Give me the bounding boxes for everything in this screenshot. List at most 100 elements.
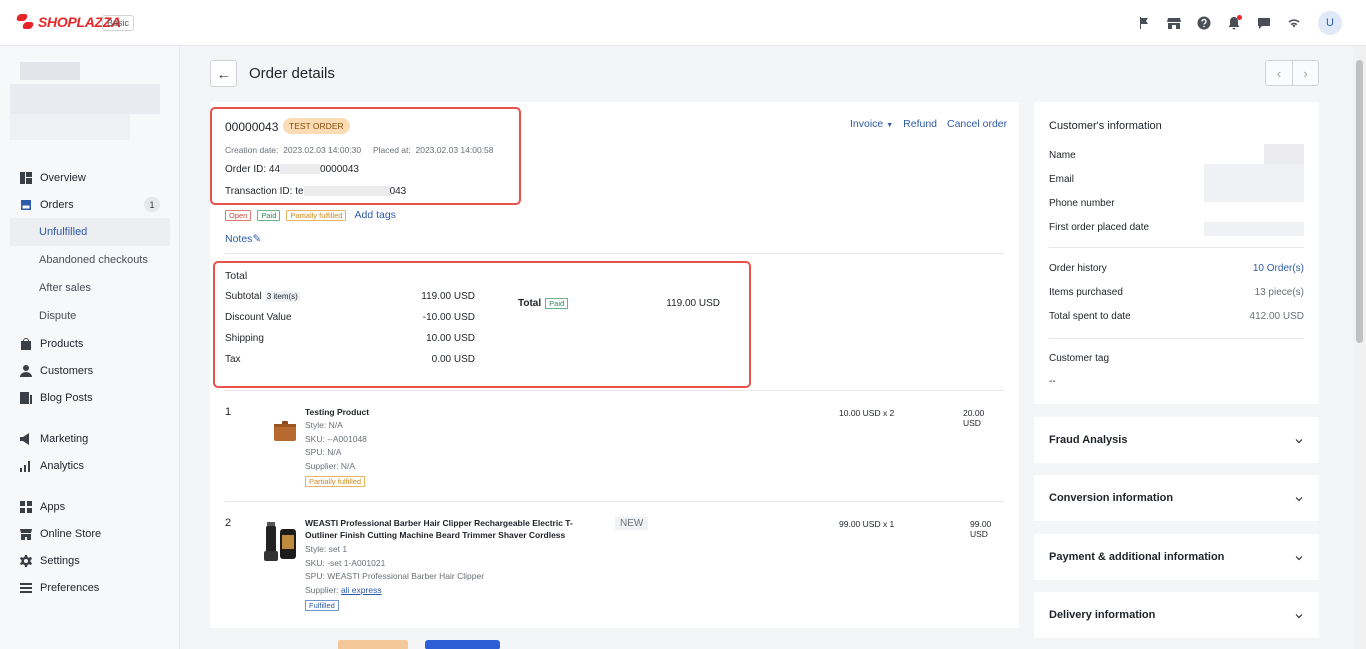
settings-icon bbox=[20, 554, 32, 567]
chevron-down-icon bbox=[1295, 494, 1303, 502]
sidebar-item-analytics[interactable]: Analytics bbox=[10, 452, 170, 479]
page-header: ← Order details bbox=[210, 60, 335, 87]
sidebar-item-online-store[interactable]: Online Store bbox=[10, 520, 170, 547]
sidebar-item-overview[interactable]: Overview bbox=[10, 164, 170, 191]
product-thumbnail[interactable] bbox=[260, 410, 304, 454]
add-tags-link[interactable]: Add tags bbox=[354, 209, 395, 221]
product-meta: Style: N/A SKU: --A001048 SPU: N/A Suppl… bbox=[305, 420, 367, 487]
orders-icon bbox=[20, 199, 32, 211]
customer-tag-value: -- bbox=[1049, 376, 1056, 387]
page-scrollbar[interactable] bbox=[1353, 46, 1366, 649]
fulfillment-badge: Partially fulfilled bbox=[305, 476, 366, 487]
analytics-icon bbox=[20, 460, 32, 472]
top-bar: SHOPLAZZA Basic U bbox=[0, 0, 1366, 46]
order-tags: Open Paid Partially fulfilled Add tags bbox=[225, 209, 396, 221]
customer-info-title: Customer's information bbox=[1049, 120, 1162, 132]
overview-icon bbox=[20, 171, 32, 184]
line-item-index: 2 bbox=[225, 517, 232, 529]
sidebar-item-products[interactable]: Products bbox=[10, 330, 170, 357]
items-purchased-row: Items purchased 13 piece(s) bbox=[1049, 287, 1304, 298]
line-item-index: 1 bbox=[225, 406, 232, 418]
primary-button-peek[interactable] bbox=[425, 640, 500, 649]
sidebar-item-marketing[interactable]: Marketing bbox=[10, 425, 170, 452]
caret-down-icon: ▼ bbox=[886, 122, 894, 129]
back-button[interactable]: ← bbox=[210, 60, 237, 87]
logo-mark-icon bbox=[15, 13, 35, 30]
chevron-down-icon bbox=[1295, 611, 1303, 619]
redacted-block bbox=[1204, 222, 1304, 236]
arrow-left-icon: ← bbox=[216, 65, 231, 82]
product-thumbnail[interactable] bbox=[260, 521, 304, 565]
sidebar-item-apps[interactable]: Apps bbox=[10, 493, 170, 520]
sidebar: Overview Orders 1 Unfulfilled Abandoned c… bbox=[0, 46, 180, 649]
refund-link[interactable]: Refund bbox=[903, 118, 937, 130]
preferences-icon bbox=[20, 582, 32, 594]
cancel-order-link[interactable]: Cancel order bbox=[947, 118, 1007, 130]
chevron-down-icon bbox=[1295, 553, 1303, 561]
pencil-icon: ✎ bbox=[252, 233, 262, 245]
price-quantity: 99.00 USD x 1 bbox=[839, 519, 895, 529]
sidebar-item-dispute[interactable]: Dispute bbox=[10, 302, 170, 330]
sidebar-item-unfulfilled[interactable]: Unfulfilled bbox=[10, 218, 170, 246]
total-spent-row: Total spent to date 412.00 USD bbox=[1049, 311, 1304, 322]
notes-link[interactable]: Notes✎ bbox=[225, 233, 261, 245]
sidebar-item-blog-posts[interactable]: Blog Posts bbox=[10, 384, 170, 411]
customer-tag-row: Customer tag bbox=[1049, 353, 1110, 364]
supplier-link[interactable]: ali express bbox=[341, 585, 382, 595]
sidebar-item-customers[interactable]: Customers bbox=[10, 357, 170, 384]
flag-icon[interactable] bbox=[1136, 15, 1152, 31]
panel-delivery-information[interactable]: Delivery information bbox=[1034, 592, 1319, 638]
order-actions: Invoice ▼ Refund Cancel order bbox=[850, 118, 1007, 130]
chevron-right-icon: › bbox=[1303, 65, 1308, 81]
help-icon[interactable] bbox=[1196, 15, 1212, 31]
avatar[interactable]: U bbox=[1318, 11, 1342, 35]
price-quantity: 10.00 USD x 2 bbox=[839, 408, 895, 418]
next-order-button[interactable]: › bbox=[1292, 60, 1319, 86]
scrollbar-thumb[interactable] bbox=[1356, 60, 1363, 343]
panel-payment-information[interactable]: Payment & additional information bbox=[1034, 534, 1319, 580]
invoice-dropdown[interactable]: Invoice ▼ bbox=[850, 118, 893, 130]
blog-icon bbox=[20, 391, 32, 404]
highlight-box-order-info bbox=[210, 107, 521, 205]
orders-count-badge: 1 bbox=[144, 197, 160, 212]
partial-button-peek[interactable] bbox=[338, 640, 408, 649]
chevron-left-icon: ‹ bbox=[1276, 65, 1282, 81]
status-badge-paid: Paid bbox=[257, 209, 281, 221]
line-amount: 99.00 USD bbox=[970, 519, 992, 539]
sidebar-item-orders[interactable]: Orders 1 bbox=[10, 191, 170, 218]
line-item: 2 WEASTI Professional Barber Hair Clippe… bbox=[225, 517, 1004, 617]
redacted-block bbox=[1264, 144, 1304, 164]
plan-badge: Basic bbox=[102, 15, 135, 31]
product-meta: Style: set 1 SKU: -set 1-A001021 SPU: WE… bbox=[305, 544, 485, 611]
sidebar-item-settings[interactable]: Settings bbox=[10, 547, 170, 574]
store-icon[interactable] bbox=[1166, 15, 1182, 31]
panel-conversion-information[interactable]: Conversion information bbox=[1034, 475, 1319, 521]
product-name-link[interactable]: Testing Product bbox=[305, 406, 595, 418]
order-history-link[interactable]: 10 Order(s) bbox=[1253, 263, 1304, 274]
order-pager: ‹ › bbox=[1265, 60, 1319, 86]
customer-info-card: Customer's information Name Email Phone … bbox=[1034, 102, 1319, 404]
sidebar-item-abandoned-checkouts[interactable]: Abandoned checkouts bbox=[10, 246, 170, 274]
customer-first-order-row: First order placed date bbox=[1049, 222, 1304, 236]
apps-icon bbox=[20, 500, 32, 513]
status-badge-partially-fulfilled: Partially fulfilled bbox=[286, 209, 347, 221]
customer-name-row: Name bbox=[1049, 144, 1304, 164]
bell-icon[interactable] bbox=[1226, 15, 1242, 31]
new-badge: NEW bbox=[615, 517, 649, 530]
sidebar-item-preferences[interactable]: Preferences bbox=[10, 574, 170, 601]
chat-icon[interactable] bbox=[1256, 15, 1272, 31]
previous-order-button[interactable]: ‹ bbox=[1265, 60, 1292, 86]
customers-icon bbox=[20, 364, 32, 377]
notification-dot bbox=[1237, 15, 1242, 20]
fulfillment-badge: Fulfilled bbox=[305, 600, 339, 611]
sidebar-item-after-sales[interactable]: After sales bbox=[10, 274, 170, 302]
panel-fraud-analysis[interactable]: Fraud Analysis bbox=[1034, 417, 1319, 463]
online-store-icon bbox=[20, 528, 32, 540]
highlight-box-totals bbox=[213, 261, 751, 388]
product-name-link[interactable]: WEASTI Professional Barber Hair Clipper … bbox=[305, 517, 595, 541]
sidebar-nav: Overview Orders 1 Unfulfilled Abandoned c… bbox=[10, 164, 170, 601]
redacted-block bbox=[1204, 164, 1304, 202]
wifi-icon[interactable] bbox=[1286, 15, 1302, 31]
line-item: 1 Testing Product Style: N/A SKU: --A001… bbox=[225, 406, 1004, 496]
status-badge-open: Open bbox=[225, 209, 252, 221]
